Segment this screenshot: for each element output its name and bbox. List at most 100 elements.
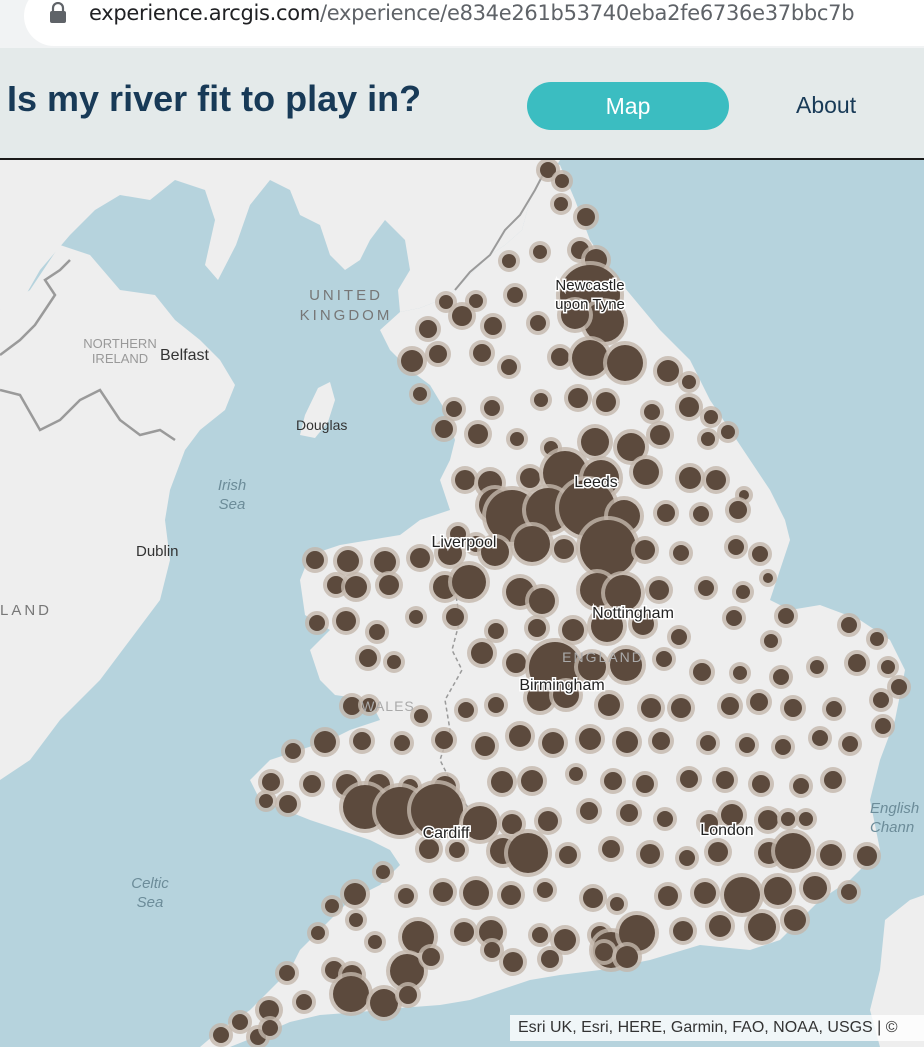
cluster-marker[interactable] bbox=[678, 371, 700, 393]
cluster-marker[interactable] bbox=[579, 884, 607, 912]
cluster-marker[interactable] bbox=[454, 698, 478, 722]
cluster-marker[interactable] bbox=[712, 767, 738, 793]
cluster-marker[interactable] bbox=[725, 497, 751, 523]
cluster-marker[interactable] bbox=[448, 561, 490, 603]
cluster-marker[interactable] bbox=[345, 909, 367, 931]
cluster-marker[interactable] bbox=[759, 569, 777, 587]
cluster-marker[interactable] bbox=[565, 763, 587, 785]
cluster-marker[interactable] bbox=[722, 606, 746, 630]
cluster-marker[interactable] bbox=[487, 767, 517, 797]
cluster-marker[interactable] bbox=[799, 872, 831, 904]
cluster-marker[interactable] bbox=[653, 807, 677, 831]
cluster-marker[interactable] bbox=[729, 662, 751, 684]
cluster-marker[interactable] bbox=[529, 241, 551, 263]
cluster-marker[interactable] bbox=[771, 829, 815, 873]
cluster-marker[interactable] bbox=[636, 840, 664, 868]
cluster-marker[interactable] bbox=[675, 846, 699, 870]
cluster-marker[interactable] bbox=[629, 455, 663, 489]
cluster-marker[interactable] bbox=[299, 771, 325, 797]
cluster-marker[interactable] bbox=[333, 546, 363, 576]
cluster-marker[interactable] bbox=[598, 836, 624, 862]
cluster-marker[interactable] bbox=[746, 689, 772, 715]
cluster-marker[interactable] bbox=[696, 731, 720, 755]
cluster-marker[interactable] bbox=[702, 466, 730, 494]
cluster-marker[interactable] bbox=[795, 808, 817, 830]
cluster-marker[interactable] bbox=[735, 733, 759, 757]
cluster-marker[interactable] bbox=[533, 878, 557, 902]
cluster-marker[interactable] bbox=[564, 384, 592, 412]
cluster-marker[interactable] bbox=[816, 840, 846, 870]
cluster-marker[interactable] bbox=[717, 421, 739, 443]
cluster-marker[interactable] bbox=[464, 420, 492, 448]
cluster-marker[interactable] bbox=[484, 693, 508, 717]
cluster-marker[interactable] bbox=[209, 1023, 233, 1047]
cluster-marker[interactable] bbox=[364, 931, 386, 953]
cluster-marker[interactable] bbox=[760, 630, 782, 652]
cluster-marker[interactable] bbox=[780, 905, 810, 935]
cluster-marker[interactable] bbox=[732, 581, 754, 603]
cluster-marker[interactable] bbox=[600, 768, 626, 794]
cluster-marker[interactable] bbox=[675, 393, 703, 421]
cluster-marker[interactable] bbox=[654, 882, 682, 910]
cluster-marker[interactable] bbox=[302, 547, 328, 573]
cluster-marker[interactable] bbox=[652, 647, 676, 671]
cluster-marker[interactable] bbox=[340, 879, 370, 909]
cluster-marker[interactable] bbox=[575, 724, 605, 754]
cluster-marker[interactable] bbox=[418, 944, 444, 970]
cluster-marker[interactable] bbox=[526, 311, 550, 335]
cluster-marker[interactable] bbox=[292, 990, 316, 1014]
cluster-marker[interactable] bbox=[497, 355, 521, 379]
cluster-marker[interactable] bbox=[305, 611, 329, 635]
cluster-marker[interactable] bbox=[760, 873, 796, 909]
map-tab-button[interactable]: Map bbox=[527, 82, 729, 130]
cluster-marker[interactable] bbox=[632, 771, 658, 797]
cluster-marker[interactable] bbox=[603, 341, 647, 385]
cluster-marker[interactable] bbox=[450, 918, 478, 946]
cluster-marker[interactable] bbox=[748, 542, 772, 566]
cluster-marker[interactable] bbox=[646, 421, 674, 449]
cluster-marker[interactable] bbox=[820, 767, 846, 793]
url-text[interactable]: experience.arcgis.com/experience/e834e26… bbox=[89, 0, 855, 26]
cluster-marker[interactable] bbox=[534, 807, 562, 835]
cluster-marker[interactable] bbox=[431, 416, 457, 442]
cluster-marker[interactable] bbox=[409, 383, 431, 405]
cluster-marker[interactable] bbox=[537, 946, 563, 972]
cluster-marker[interactable] bbox=[524, 615, 550, 641]
cluster-marker[interactable] bbox=[372, 861, 394, 883]
cluster-marker[interactable] bbox=[480, 313, 506, 339]
cluster-marker[interactable] bbox=[349, 728, 375, 754]
map-view[interactable]: UNITED KINGDOM NORTHERN IRELAND Belfast Do… bbox=[0, 160, 924, 1047]
cluster-marker[interactable] bbox=[442, 604, 468, 630]
cluster-marker[interactable] bbox=[365, 620, 389, 644]
cluster-marker[interactable] bbox=[497, 881, 525, 909]
cluster-marker[interactable] bbox=[551, 170, 573, 192]
cluster-marker[interactable] bbox=[717, 693, 743, 719]
cluster-marker[interactable] bbox=[667, 625, 691, 649]
cluster-marker[interactable] bbox=[705, 911, 735, 941]
cluster-marker[interactable] bbox=[744, 909, 780, 945]
cluster-marker[interactable] bbox=[748, 771, 774, 797]
cluster-marker[interactable] bbox=[594, 690, 624, 720]
cluster-marker[interactable] bbox=[425, 341, 451, 367]
cluster-marker[interactable] bbox=[555, 842, 581, 868]
cluster-marker[interactable] bbox=[550, 193, 572, 215]
cluster-marker[interactable] bbox=[576, 516, 640, 580]
cluster-marker[interactable] bbox=[704, 838, 732, 866]
cluster-marker[interactable] bbox=[616, 800, 642, 826]
cluster-marker[interactable] bbox=[355, 645, 381, 671]
cluster-marker[interactable] bbox=[258, 1016, 282, 1040]
cluster-marker[interactable] bbox=[390, 731, 414, 755]
cluster-marker[interactable] bbox=[631, 536, 659, 564]
cluster-marker[interactable] bbox=[573, 204, 599, 230]
cluster-marker[interactable] bbox=[506, 428, 528, 450]
cluster-marker[interactable] bbox=[469, 340, 495, 366]
cluster-marker[interactable] bbox=[467, 638, 497, 668]
cluster-marker[interactable] bbox=[499, 948, 527, 976]
cluster-marker[interactable] bbox=[281, 739, 305, 763]
cluster-marker[interactable] bbox=[397, 346, 427, 376]
cluster-marker[interactable] bbox=[774, 604, 798, 628]
cluster-marker[interactable] bbox=[637, 694, 665, 722]
cluster-marker[interactable] bbox=[429, 878, 457, 906]
cluster-marker[interactable] bbox=[771, 735, 795, 759]
cluster-marker[interactable] bbox=[383, 651, 405, 673]
